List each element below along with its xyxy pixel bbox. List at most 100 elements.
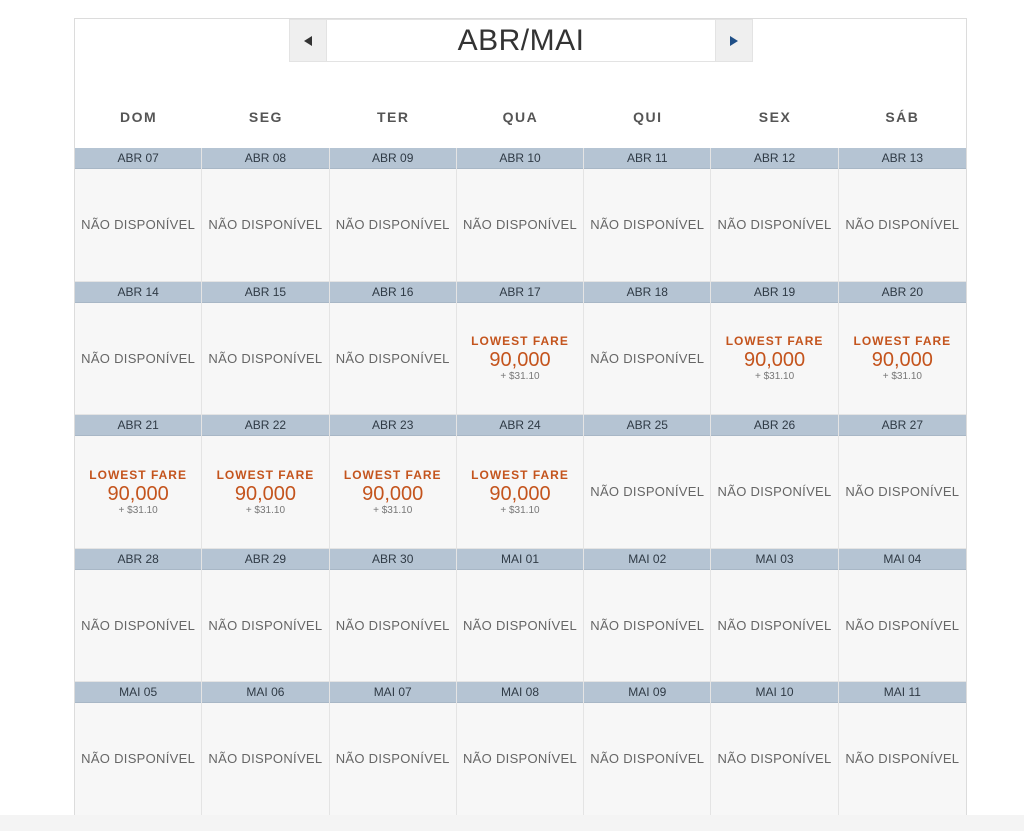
calendar-day-cell[interactable]: ABR 30 NÃO DISPONÍVEL: [329, 548, 457, 682]
calendar-day-cell[interactable]: ABR 23 LOWEST FARE 90,000 + $31.10: [329, 415, 457, 549]
calendar-day-cell[interactable]: ABR 28 NÃO DISPONÍVEL: [75, 548, 203, 682]
lowest-fare-label: LOWEST FARE: [853, 334, 952, 349]
month-navigation: ABR/MAI: [289, 19, 753, 62]
day-date-label: MAI 01: [456, 548, 584, 570]
weekday-label: SÁB: [885, 109, 920, 125]
day-date-label: MAI 09: [584, 682, 711, 703]
calendar-day-cell[interactable]: MAI 05 NÃO DISPONÍVEL: [75, 682, 203, 816]
calendar-day-cell[interactable]: MAI 08 NÃO DISPONÍVEL: [456, 682, 585, 816]
calendar-day-cell[interactable]: MAI 04 NÃO DISPONÍVEL: [838, 548, 966, 682]
calendar-day-cell[interactable]: ABR 12 NÃO DISPONÍVEL: [711, 148, 839, 282]
calendar-day-cell[interactable]: MAI 09 NÃO DISPONÍVEL: [584, 682, 712, 816]
day-date-label: ABR 08: [202, 148, 329, 169]
previous-month-button[interactable]: [289, 19, 327, 62]
fare-tax: + $31.10: [500, 371, 540, 383]
month-title: ABR/MAI: [327, 19, 715, 62]
unavailable-status: NÃO DISPONÍVEL: [208, 350, 323, 366]
day-content: NÃO DISPONÍVEL: [202, 169, 328, 281]
calendar-day-cell[interactable]: MAI 10 NÃO DISPONÍVEL: [711, 682, 839, 816]
day-date-label: ABR 29: [202, 548, 329, 570]
unavailable-status: NÃO DISPONÍVEL: [208, 617, 323, 633]
day-grid: ABR 07 NÃO DISPONÍVEL ABR 08 NÃO DISPONÍVEL…: [75, 148, 966, 816]
day-date-label: ABR 11: [584, 148, 711, 169]
weekday-label: DOM: [120, 109, 158, 125]
day-content: NÃO DISPONÍVEL: [457, 570, 583, 682]
day-date-label: ABR 07: [75, 148, 202, 169]
next-month-button[interactable]: [715, 19, 753, 62]
unavailable-status: NÃO DISPONÍVEL: [81, 751, 196, 767]
fare-miles: 90,000: [234, 482, 296, 505]
unavailable-status: NÃO DISPONÍVEL: [590, 617, 705, 633]
calendar-day-cell[interactable]: ABR 08 NÃO DISPONÍVEL: [202, 148, 330, 282]
unavailable-status: NÃO DISPONÍVEL: [845, 617, 960, 633]
day-content: NÃO DISPONÍVEL: [584, 703, 710, 815]
day-date-label: MAI 08: [456, 682, 584, 703]
calendar-day-cell[interactable]: ABR 21 LOWEST FARE 90,000 + $31.10: [75, 415, 203, 549]
day-date-label: ABR 17: [456, 281, 584, 303]
fare-tax: + $31.10: [882, 371, 922, 383]
calendar-day-cell[interactable]: ABR 24 LOWEST FARE 90,000 + $31.10: [456, 415, 585, 549]
calendar-day-cell[interactable]: ABR 11 NÃO DISPONÍVEL: [584, 148, 712, 282]
calendar-day-cell[interactable]: ABR 09 NÃO DISPONÍVEL: [329, 148, 457, 282]
day-date-label: ABR 26: [711, 415, 838, 436]
day-content: NÃO DISPONÍVEL: [202, 303, 328, 415]
calendar-day-cell[interactable]: ABR 18 NÃO DISPONÍVEL: [584, 281, 712, 415]
calendar-day-cell[interactable]: MAI 06 NÃO DISPONÍVEL: [202, 682, 330, 816]
calendar-day-cell[interactable]: ABR 19 LOWEST FARE 90,000 + $31.10: [711, 281, 839, 415]
day-content: LOWEST FARE 90,000 + $31.10: [75, 436, 201, 548]
unavailable-status: NÃO DISPONÍVEL: [335, 217, 450, 233]
day-date-label: ABR 12: [711, 148, 838, 169]
lowest-fare-label: LOWEST FARE: [471, 467, 569, 482]
calendar-day-cell[interactable]: ABR 15 NÃO DISPONÍVEL: [202, 281, 330, 415]
day-content: NÃO DISPONÍVEL: [457, 703, 583, 815]
unavailable-status: NÃO DISPONÍVEL: [335, 751, 450, 767]
calendar-day-cell[interactable]: ABR 10 NÃO DISPONÍVEL: [456, 148, 585, 282]
calendar-day-cell[interactable]: MAI 01 NÃO DISPONÍVEL: [456, 548, 585, 682]
fare-miles: 90,000: [743, 349, 806, 372]
day-date-label: ABR 28: [75, 548, 202, 570]
lowest-fare-label: LOWEST FARE: [89, 467, 187, 482]
calendar-day-cell[interactable]: ABR 07 NÃO DISPONÍVEL: [75, 148, 203, 282]
calendar-day-cell[interactable]: MAI 07 NÃO DISPONÍVEL: [329, 682, 457, 816]
calendar-day-cell[interactable]: MAI 02 NÃO DISPONÍVEL: [584, 548, 712, 682]
day-date-label: MAI 05: [75, 682, 202, 703]
triangle-left-icon: [304, 35, 312, 46]
calendar-day-cell[interactable]: MAI 03 NÃO DISPONÍVEL: [711, 548, 839, 682]
day-content: NÃO DISPONÍVEL: [75, 703, 201, 815]
day-date-label: ABR 19: [711, 281, 838, 303]
day-date-label: ABR 18: [584, 281, 711, 303]
day-date-label: ABR 15: [202, 281, 329, 303]
day-date-label: ABR 23: [329, 415, 456, 436]
calendar-day-cell[interactable]: ABR 13 NÃO DISPONÍVEL: [838, 148, 966, 282]
day-date-label: ABR 16: [329, 281, 456, 303]
calendar-day-cell[interactable]: ABR 26 NÃO DISPONÍVEL: [711, 415, 839, 549]
unavailable-status: NÃO DISPONÍVEL: [208, 751, 323, 767]
unavailable-status: NÃO DISPONÍVEL: [462, 217, 577, 233]
fare-calendar: ABR/MAI DOM SEG TER QUA QUI SEX SÁB ABR …: [74, 18, 967, 816]
day-content: LOWEST FARE 90,000 + $31.10: [330, 436, 456, 548]
fare-miles: 90,000: [107, 482, 169, 505]
unavailable-status: NÃO DISPONÍVEL: [717, 617, 832, 633]
day-content: LOWEST FARE 90,000 + $31.10: [202, 436, 328, 548]
calendar-day-cell[interactable]: ABR 22 LOWEST FARE 90,000 + $31.10: [202, 415, 330, 549]
day-content: NÃO DISPONÍVEL: [584, 436, 710, 548]
lowest-fare-label: LOWEST FARE: [343, 467, 442, 482]
calendar-day-cell[interactable]: ABR 29 NÃO DISPONÍVEL: [202, 548, 330, 682]
calendar-day-cell[interactable]: ABR 27 NÃO DISPONÍVEL: [838, 415, 966, 549]
fare-tax: + $31.10: [754, 371, 795, 383]
day-date-label: ABR 21: [75, 415, 202, 436]
calendar-day-cell[interactable]: ABR 17 LOWEST FARE 90,000 + $31.10: [456, 281, 585, 415]
calendar-day-cell[interactable]: ABR 16 NÃO DISPONÍVEL: [329, 281, 457, 415]
unavailable-status: NÃO DISPONÍVEL: [590, 217, 705, 233]
calendar-day-cell[interactable]: ABR 25 NÃO DISPONÍVEL: [584, 415, 712, 549]
fare-miles: 90,000: [362, 482, 424, 505]
day-content: LOWEST FARE 90,000 + $31.10: [457, 303, 583, 415]
fare-tax: + $31.10: [245, 504, 286, 516]
unavailable-status: NÃO DISPONÍVEL: [462, 751, 577, 767]
unavailable-status: NÃO DISPONÍVEL: [208, 217, 323, 233]
calendar-day-cell[interactable]: MAI 11 NÃO DISPONÍVEL: [838, 682, 966, 816]
calendar-day-cell[interactable]: ABR 20 LOWEST FARE 90,000 + $31.10: [838, 281, 966, 415]
day-date-label: ABR 22: [202, 415, 329, 436]
fare-tax: + $31.10: [118, 504, 158, 516]
calendar-day-cell[interactable]: ABR 14 NÃO DISPONÍVEL: [75, 281, 203, 415]
